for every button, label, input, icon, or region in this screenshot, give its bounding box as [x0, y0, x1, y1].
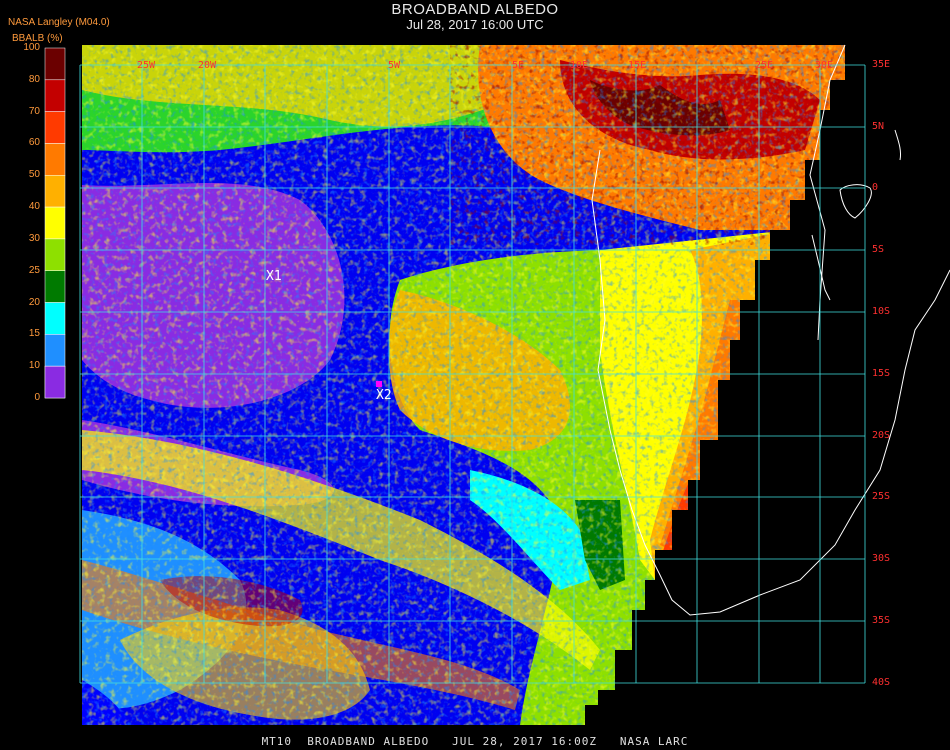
longitude-label: 25E — [755, 60, 774, 71]
albedo-map — [44, 44, 950, 725]
footer-caption: MT10 BROADBAND ALBEDO JUL 28, 2017 16:00… — [261, 735, 689, 748]
colorbar-swatch — [44, 111, 66, 144]
longitude-label: 15E — [628, 60, 647, 71]
colorbar-tick-label: 30 — [28, 232, 40, 244]
colorbar-swatch — [44, 334, 66, 367]
latitude-label: 25S — [872, 491, 891, 502]
colorbar-tick-label: 60 — [28, 137, 40, 149]
latitude-label: 15S — [872, 368, 891, 379]
latitude-label: 35E — [872, 59, 891, 70]
latitude-label: 10S — [872, 306, 891, 317]
page-subtitle: Jul 28, 2017 16:00 UTC — [406, 17, 544, 32]
colorbar-swatch — [44, 238, 66, 271]
colorbar-tick-label: 0 — [34, 392, 40, 403]
colorbar-tick-label: 70 — [28, 105, 40, 117]
colorbar-swatch — [44, 302, 66, 335]
colorbar-tick-label: 40 — [28, 201, 40, 213]
colorbar-swatch — [44, 206, 66, 240]
colorbar-tick-label: 80 — [28, 73, 40, 85]
colorbar-tick-label: 100 — [23, 42, 40, 53]
latitude-label: 20S — [872, 430, 891, 441]
provider-label: NASA Langley (M04.0) — [8, 17, 110, 28]
colorbar-swatch — [44, 175, 66, 208]
latitude-label: 5N — [872, 121, 885, 132]
longitude-label: 5W — [388, 60, 401, 71]
latitude-label: 0 — [872, 182, 879, 193]
marker-x1-label: X1 — [266, 269, 282, 284]
colorbar-swatch — [44, 270, 66, 303]
page-title: BROADBAND ALBEDO — [391, 1, 559, 18]
longitude-label: 25W — [137, 60, 156, 71]
longitude-label: 30E — [815, 60, 834, 71]
colorbar-tick-label: 50 — [28, 169, 40, 181]
colorbar-tick-label: 10 — [28, 360, 40, 372]
longitude-label: 20W — [198, 60, 217, 71]
marker-x2-label: X2 — [376, 388, 392, 403]
latitude-label: 5S — [872, 244, 885, 255]
latitude-label: 40S — [872, 677, 891, 688]
colorbar-swatch — [44, 79, 66, 112]
colorbar-tick-label: 25 — [28, 264, 40, 276]
latitude-label: 30S — [872, 553, 891, 564]
colorbar-tick-label: 15 — [28, 328, 40, 340]
colorbar — [44, 47, 66, 399]
latitude-label: 35S — [872, 615, 891, 626]
colorbar-tick-label: 20 — [28, 296, 40, 308]
colorbar-swatch — [44, 47, 66, 81]
marker-x2-point — [376, 381, 382, 387]
longitude-label: 10E — [570, 60, 589, 71]
colorbar-swatch — [44, 143, 66, 176]
longitude-label: 5E — [512, 60, 525, 71]
colorbar-swatch — [44, 365, 66, 399]
